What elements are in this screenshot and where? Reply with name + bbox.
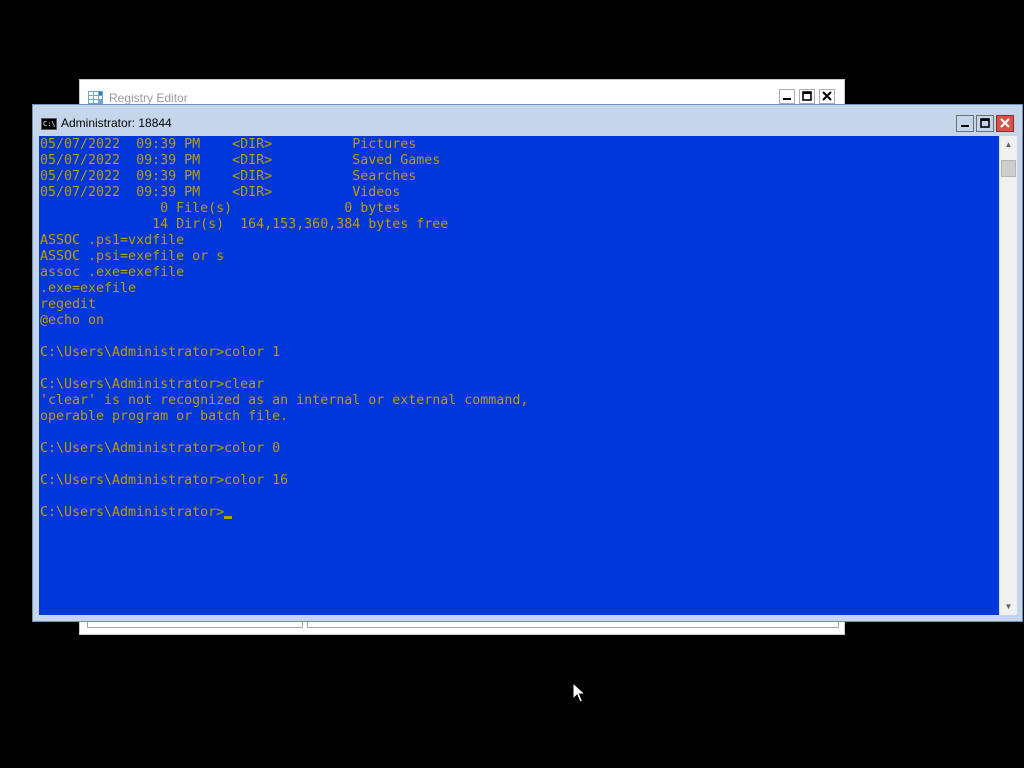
- command-prompt-maximize-button[interactable]: [976, 115, 994, 132]
- command-prompt-close-button[interactable]: [996, 115, 1014, 132]
- console-line: 05/07/2022 09:39 PM <DIR> Pictures: [40, 137, 417, 152]
- minimize-icon: [961, 125, 969, 127]
- console-line: ASSOC .ps1=vxdfile: [40, 233, 185, 248]
- maximize-icon: [980, 118, 990, 128]
- scrollbar-thumb[interactable]: [1001, 160, 1016, 177]
- console-line: 05/07/2022 09:39 PM <DIR> Searches: [40, 169, 417, 184]
- console-output-area[interactable]: 05/07/2022 09:39 PM <DIR> Pictures 05/07…: [39, 136, 999, 615]
- console-line: operable program or batch file.: [40, 409, 289, 424]
- console-text: 05/07/2022 09:39 PM <DIR> Pictures 05/07…: [40, 137, 528, 521]
- maximize-icon: [802, 91, 812, 101]
- command-prompt-icon: C:\: [41, 118, 57, 130]
- console-line: C:\Users\Administrator>color 1: [40, 345, 281, 360]
- console-line: C:\Users\Administrator>color 16: [40, 473, 289, 488]
- command-prompt-window[interactable]: C:\ Administrator: 18844 05/07/2022 09:3…: [32, 104, 1023, 622]
- console-line: 'clear' is not recognized as an internal…: [40, 393, 529, 408]
- registry-editor-title: Registry Editor: [109, 91, 188, 105]
- scroll-up-arrow-icon[interactable]: ▲: [1000, 136, 1017, 153]
- console-line: .exe=exefile: [40, 281, 137, 296]
- close-icon: [1000, 118, 1010, 128]
- console-line: 05/07/2022 09:39 PM <DIR> Saved Games: [40, 153, 441, 168]
- registry-editor-minimize-button[interactable]: [779, 89, 795, 104]
- console-line: C:\Users\Administrator>color 0: [40, 441, 281, 456]
- console-line: regedit: [40, 297, 97, 312]
- console-line: 05/07/2022 09:39 PM <DIR> Videos: [40, 185, 401, 200]
- registry-editor-titlebar[interactable]: Registry Editor: [80, 80, 844, 106]
- scroll-down-arrow-icon[interactable]: ▼: [1000, 598, 1017, 615]
- desktop: Registry Editor C:\ Administrator: 18844…: [0, 0, 1024, 768]
- registry-editor-icon: [88, 91, 103, 104]
- registry-editor-close-button[interactable]: [819, 89, 835, 104]
- command-prompt-titlebar[interactable]: C:\ Administrator: 18844: [33, 105, 1022, 137]
- console-line: 0 File(s) 0 bytes: [40, 201, 401, 216]
- mouse-pointer-icon: [572, 682, 586, 703]
- text-cursor: [224, 516, 232, 519]
- console-line: ASSOC .psi=exefile or s: [40, 249, 225, 264]
- minimize-icon: [783, 98, 791, 100]
- console-line: C:\Users\Administrator>clear: [40, 377, 265, 392]
- console-line: 14 Dir(s) 164,153,360,384 bytes free: [40, 217, 449, 232]
- console-line: C:\Users\Administrator>: [40, 505, 225, 520]
- vertical-scrollbar[interactable]: ▲ ▼: [999, 136, 1017, 615]
- close-icon: [822, 91, 832, 101]
- registry-editor-maximize-button[interactable]: [799, 89, 815, 104]
- console-line: @echo on: [40, 313, 105, 328]
- command-prompt-title: Administrator: 18844: [61, 116, 172, 130]
- command-prompt-minimize-button[interactable]: [956, 115, 974, 132]
- console-line: assoc .exe=exefile: [40, 265, 185, 280]
